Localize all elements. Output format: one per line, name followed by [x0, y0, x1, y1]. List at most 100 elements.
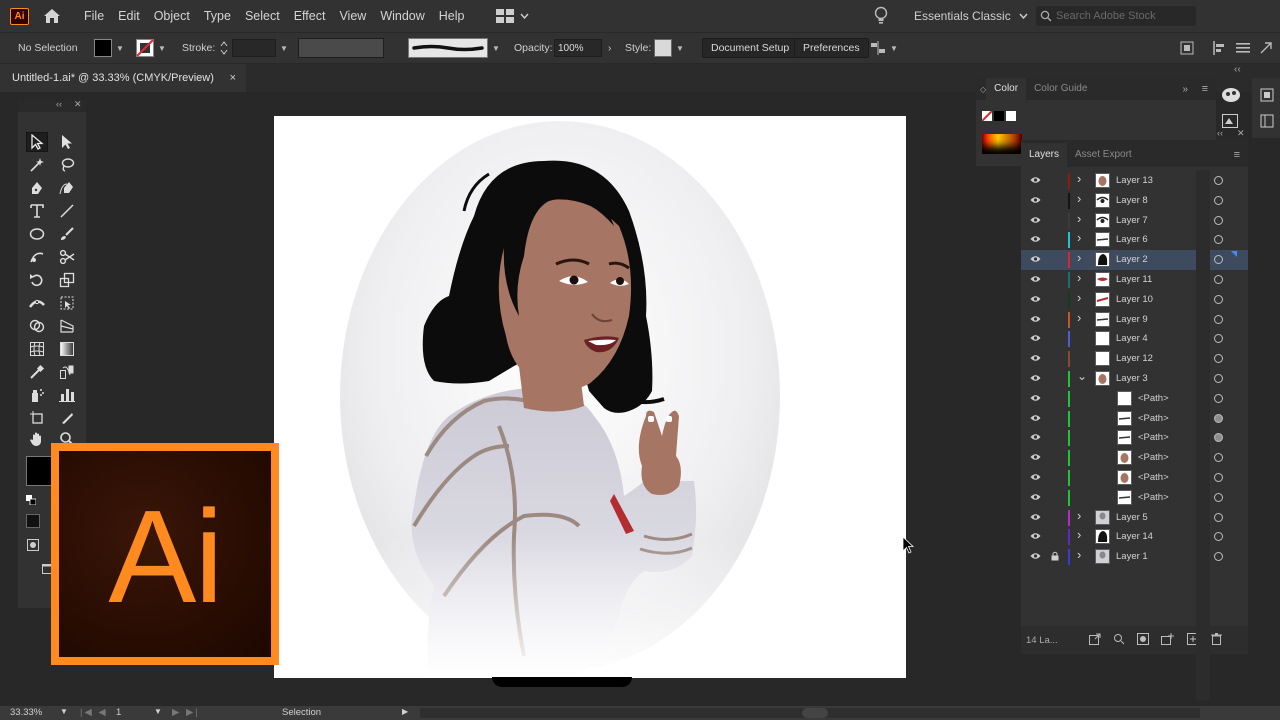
opacity-input[interactable]: 100%	[554, 39, 602, 57]
target-icon[interactable]	[1214, 413, 1223, 423]
chevron-down-icon[interactable]: ▼	[154, 707, 162, 716]
chevron-right-icon[interactable]: ›	[1077, 527, 1081, 542]
sublayer-row[interactable]: <Path>	[1021, 389, 1248, 409]
menu-window[interactable]: Window	[373, 0, 431, 32]
symbol-sprayer-tool[interactable]	[26, 385, 48, 405]
layer-row[interactable]: › Layer 11	[1021, 270, 1248, 290]
stroke-weight-input[interactable]	[232, 39, 276, 57]
variable-width-profile[interactable]	[298, 33, 384, 63]
perspective-grid-tool[interactable]	[56, 316, 78, 336]
horizontal-scrollbar[interactable]	[420, 708, 1200, 718]
target-icon[interactable]	[1214, 354, 1223, 364]
layer-row[interactable]: › Layer 1	[1021, 547, 1248, 567]
tab-layers[interactable]: Layers	[1021, 143, 1068, 167]
clipping-mask-icon[interactable]	[1137, 632, 1149, 648]
target-icon[interactable]	[1214, 472, 1223, 482]
eye-icon[interactable]	[1030, 315, 1041, 326]
layer-row[interactable]: › Layer 14	[1021, 527, 1248, 547]
target-icon[interactable]	[1214, 294, 1223, 304]
fill-color-box[interactable]	[26, 456, 52, 486]
sublayer-row[interactable]: <Path>	[1021, 448, 1248, 468]
target-icon[interactable]	[1214, 552, 1223, 562]
sublayer-row[interactable]: <Path>	[1021, 468, 1248, 488]
document-setup-button[interactable]: Document Setup	[702, 38, 799, 58]
scissors-tool[interactable]	[56, 247, 78, 267]
artboard-tool[interactable]	[26, 408, 48, 428]
tab-color[interactable]: Color	[986, 78, 1027, 100]
target-icon[interactable]	[1214, 453, 1223, 463]
eye-icon[interactable]	[1030, 513, 1041, 524]
eye-icon[interactable]	[1030, 216, 1041, 227]
eye-icon[interactable]	[1030, 255, 1041, 266]
layer-row[interactable]: › Layer 6	[1021, 230, 1248, 250]
none-swatch-icon[interactable]	[982, 111, 992, 121]
libraries-icon[interactable]	[1260, 88, 1274, 107]
gradient-tool[interactable]	[56, 339, 78, 359]
eye-icon[interactable]	[1030, 374, 1041, 385]
eye-icon[interactable]	[1030, 414, 1041, 425]
target-icon[interactable]	[1214, 235, 1223, 245]
collapse-icon[interactable]: ‹‹	[1217, 128, 1223, 138]
sublayer-row[interactable]: <Path>	[1021, 428, 1248, 448]
layer-row[interactable]: › Layer 5	[1021, 508, 1248, 528]
shaper-tool[interactable]	[26, 247, 48, 267]
chevron-right-icon[interactable]: ›	[1077, 270, 1081, 285]
stock-search-input[interactable]: Search Adobe Stock	[1036, 6, 1196, 26]
eye-icon[interactable]	[1030, 196, 1041, 207]
direct-selection-tool[interactable]	[56, 132, 78, 152]
layer-row[interactable]: › Layer 10	[1021, 290, 1248, 310]
menu-effect[interactable]: Effect	[287, 0, 333, 32]
target-icon[interactable]	[1214, 492, 1223, 502]
layer-row[interactable]: Layer 4	[1021, 329, 1248, 349]
eye-icon[interactable]	[1030, 334, 1041, 345]
expand-panel-icon[interactable]: »	[1182, 84, 1188, 95]
type-tool[interactable]	[26, 201, 48, 221]
new-sublayer-icon[interactable]	[1161, 632, 1175, 648]
artboard-nav-next-icon[interactable]: ▶ ▶|	[172, 707, 200, 718]
color-mode-icon[interactable]	[26, 514, 40, 528]
chevron-right-icon[interactable]: ›	[1077, 290, 1081, 305]
workspace-switcher[interactable]: Essentials Classic	[914, 0, 1028, 32]
target-icon[interactable]	[1214, 274, 1223, 284]
eye-icon[interactable]	[1030, 176, 1041, 187]
line-segment-tool[interactable]	[56, 201, 78, 221]
trash-icon[interactable]	[1211, 632, 1222, 648]
sublayer-row[interactable]: <Path>	[1021, 488, 1248, 508]
target-icon[interactable]	[1214, 215, 1223, 225]
artboard-number[interactable]: 1	[116, 707, 121, 718]
layer-row[interactable]: › Layer 9	[1021, 310, 1248, 330]
tab-color-guide[interactable]: Color Guide	[1026, 78, 1095, 100]
expand-icon[interactable]	[1260, 33, 1272, 63]
draw-mode-icon[interactable]	[27, 538, 39, 551]
target-icon[interactable]	[1214, 532, 1223, 542]
curvature-tool[interactable]	[56, 178, 78, 198]
paintbrush-tool[interactable]	[56, 224, 78, 244]
ellipse-tool[interactable]	[26, 224, 48, 244]
close-icon[interactable]: ✕	[1237, 128, 1245, 139]
chevron-right-icon[interactable]: ›	[1077, 211, 1081, 226]
graphic-style-swatch[interactable]: ▼	[654, 33, 684, 63]
vertical-scrollbar[interactable]	[1196, 170, 1210, 700]
eye-icon[interactable]	[1030, 354, 1041, 365]
blend-tool[interactable]	[56, 362, 78, 382]
eye-icon[interactable]	[1030, 552, 1041, 563]
eye-icon[interactable]	[1030, 295, 1041, 306]
tab-asset-export[interactable]: Asset Export	[1067, 143, 1140, 167]
eye-icon[interactable]	[1030, 532, 1041, 543]
home-icon[interactable]	[41, 5, 63, 27]
layer-row[interactable]: Layer 12	[1021, 349, 1248, 369]
collect-export-icon[interactable]	[1089, 633, 1101, 648]
sublayer-row[interactable]: <Path>	[1021, 409, 1248, 429]
arrange-documents-button[interactable]	[495, 9, 529, 23]
shape-builder-tool[interactable]	[26, 316, 48, 336]
layer-row[interactable]: › Layer 7	[1021, 211, 1248, 231]
lock-icon[interactable]	[1051, 551, 1059, 564]
fill-swatch[interactable]: ▼	[94, 33, 124, 63]
close-icon[interactable]: ✕	[74, 99, 82, 110]
color-spectrum[interactable]	[982, 134, 1022, 154]
opacity-field[interactable]: 100% ›	[554, 33, 611, 63]
scrollbar-thumb[interactable]	[802, 708, 828, 718]
panel-menu-icon[interactable]: ≡	[1202, 83, 1208, 95]
target-icon[interactable]	[1214, 433, 1223, 443]
brush-definition[interactable]: ▼	[408, 33, 500, 63]
